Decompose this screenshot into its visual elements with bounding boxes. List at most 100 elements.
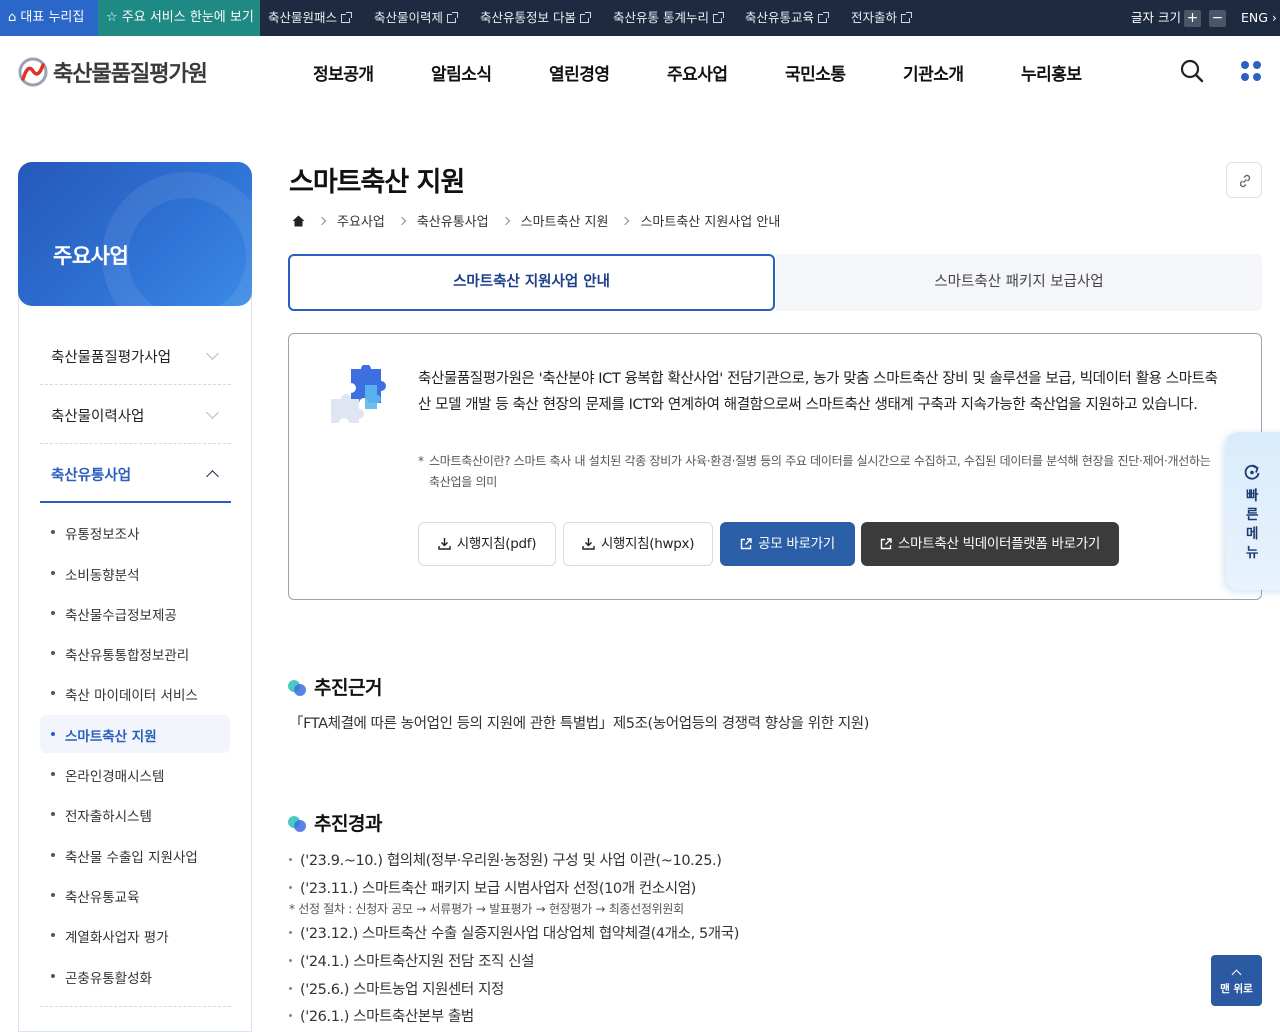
breadcrumb-item[interactable]: 주요사업 [337,211,385,230]
logo-text: 축산물품질평가원 [53,62,208,87]
scroll-top-label: 맨 위로 [1220,983,1253,995]
section-title-basis: 추진근거 [288,673,382,700]
tab-smart-livestock-package[interactable]: 스마트축산 패키지 보급사업 [776,254,1262,311]
bullet-icon [51,732,55,736]
gnb-open-management[interactable]: 열린경영 [549,60,610,85]
breadcrumb-item[interactable]: 축산유통사업 [417,211,489,230]
progress-item: ('24.1.) 스마트축산지원 전담 조직 신설 [289,950,534,971]
site-logo[interactable]: 축산물품질평가원 [18,56,208,88]
lnb-item-label: 축산유통사업 [51,468,132,484]
star-icon: ☆ [106,10,118,25]
lnb-sub-item[interactable]: 축산물수급정보제공 [40,594,230,632]
font-size-increase-button[interactable]: + [1184,10,1201,27]
basis-text: 「FTA체결에 따른 농어업인 등의 지원에 관한 특별법」제5조(농어업등의 … [289,716,870,732]
utility-bar: ⌂ 대표 누리집 ☆ 주요 서비스 한눈에 보기 축산물원패스 축산물이력제 축… [0,0,1280,36]
lnb-sub-item[interactable]: 축산유통통합정보관리 [40,634,230,672]
bullet-icon [51,611,55,615]
lnb-item-label: 축산물품질평가사업 [51,350,172,366]
external-link-icon [579,12,591,23]
gnb-about[interactable]: 기관소개 [903,60,964,85]
search-icon[interactable] [1179,58,1205,84]
external-link-icon [818,12,830,23]
external-link-icon [712,12,724,23]
home-site-link[interactable]: ⌂ 대표 누리집 [0,0,98,36]
external-link-icon [880,538,892,550]
breadcrumb-item[interactable]: 스마트축산 지원 [521,211,609,230]
lnb-sub-item[interactable]: 소비동향분석 [40,554,230,592]
language-english-link[interactable]: ENG › [1241,0,1277,36]
lnb-sub-item[interactable]: 온라인경매시스템 [40,755,230,793]
lnb-sub-item[interactable]: 전자출하시스템 [40,795,230,833]
arrow-up-icon [1231,969,1242,980]
page-title: 스마트축산 지원 [289,167,465,198]
home-site-label: 대표 누리집 [20,10,85,25]
breadcrumb: 주요사업 축산유통사업 스마트축산 지원 스마트축산 지원사업 안내 [292,211,780,230]
chevron-down-icon [206,347,219,360]
link-icon [1239,174,1251,188]
gnb-news[interactable]: 알림소식 [431,60,492,85]
tab-smart-livestock-guide[interactable]: 스마트축산 지원사업 안내 [288,254,775,311]
external-link-icon [447,12,459,23]
lnb-header: 주요사업 [18,162,252,306]
gnb-main-business[interactable]: 주요사업 [667,60,728,85]
ext-link-traceability[interactable]: 축산물이력제 [374,0,459,36]
section-title-progress: 추진경과 [288,809,382,836]
bullet-icon [51,933,55,937]
gnb-promotion[interactable]: 누리홍보 [1021,60,1082,85]
download-icon [582,538,595,550]
chevron-up-icon [206,470,219,483]
chevron-down-icon [206,406,219,419]
progress-item: ('23.11.) 스마트축산 패키지 보급 시범사업자 선정(10개 컨소시엄… [289,877,696,898]
main-services-link[interactable]: ☆ 주요 서비스 한눈에 보기 [98,0,260,36]
ext-link-eshipping[interactable]: 전자출하 [851,0,913,36]
font-size-decrease-button[interactable]: − [1209,10,1226,27]
guideline-pdf-button[interactable]: 시행지침(pdf) [418,522,556,566]
external-link-icon [341,12,353,23]
contest-link-button[interactable]: 공모 바로가기 [720,522,855,566]
gnb-info-disclosure[interactable]: 정보공개 [313,60,374,85]
progress-note: * 선정 절차 : 신청자 공모 → 서류평가 → 발표평가 → 현장평가 → … [289,902,684,916]
external-link-icon [740,538,752,550]
all-menu-icon[interactable] [1239,59,1263,83]
lnb-sub-item[interactable]: 축산물 수출입 지원사업 [40,836,230,874]
gnb-communication[interactable]: 국민소통 [785,60,846,85]
lnb-item-traceability[interactable]: 축산물이력사업 [40,386,231,444]
bullet-icon [51,691,55,695]
ext-link-dabom[interactable]: 축산유통정보 다봄 [480,0,591,36]
share-link-button[interactable] [1226,162,1262,198]
logo-mark-icon [18,57,48,87]
note-star: * [418,454,424,468]
home-icon[interactable] [292,215,305,227]
lnb-sub-item-active[interactable]: 스마트축산 지원 [40,715,230,753]
quick-menu-icon [1244,464,1260,480]
progress-item: ('23.12.) 스마트축산 수출 실증지원사업 대상업체 협약체결(4개소,… [289,922,739,943]
bullet-icon [51,853,55,857]
main-services-label: 주요 서비스 한눈에 보기 [121,10,254,25]
lnb-sub-item[interactable]: 유통정보조사 [40,513,230,551]
intro-description: 축산물품질평가원은 '축산분야 ICT 융복합 확산사업' 전담기관으로, 농가… [418,371,1218,413]
bullet-icon [51,571,55,575]
chevron-right-icon [621,216,630,225]
bullet-icon [51,974,55,978]
bullet-icon [51,812,55,816]
puzzle-icon [331,365,386,423]
section-title-text: 추진근거 [314,677,382,699]
lnb-sub-item[interactable]: 곤충유통활성화 [40,957,230,995]
guideline-hwpx-button[interactable]: 시행지침(hwpx) [563,522,713,566]
lnb-item-distribution[interactable]: 축산유통사업 [40,445,231,503]
lnb-sub-item[interactable]: 축산 마이데이터 서비스 [40,674,230,712]
ext-link-education[interactable]: 축산유통교육 [745,0,830,36]
bigdata-platform-button[interactable]: 스마트축산 빅데이터플랫폼 바로가기 [861,522,1119,566]
lnb-title: 주요사업 [53,244,129,268]
ext-link-onepass[interactable]: 축산물원패스 [268,0,353,36]
quick-menu-button[interactable]: 빠른메뉴 [1226,432,1280,590]
lnb-item-quality-grading[interactable]: 축산물품질평가사업 [40,327,231,385]
ext-link-statistics[interactable]: 축산유통 통계누리 [613,0,724,36]
chevron-right-icon [501,216,510,225]
section-bullet-icon [288,814,306,832]
bullet-icon [51,772,55,776]
lnb-sub-item[interactable]: 축산유통교육 [40,876,230,914]
scroll-top-button[interactable]: 맨 위로 [1211,955,1262,1006]
lnb-sub-item[interactable]: 계열화사업자 평가 [40,916,230,954]
section-bullet-icon [288,678,306,696]
